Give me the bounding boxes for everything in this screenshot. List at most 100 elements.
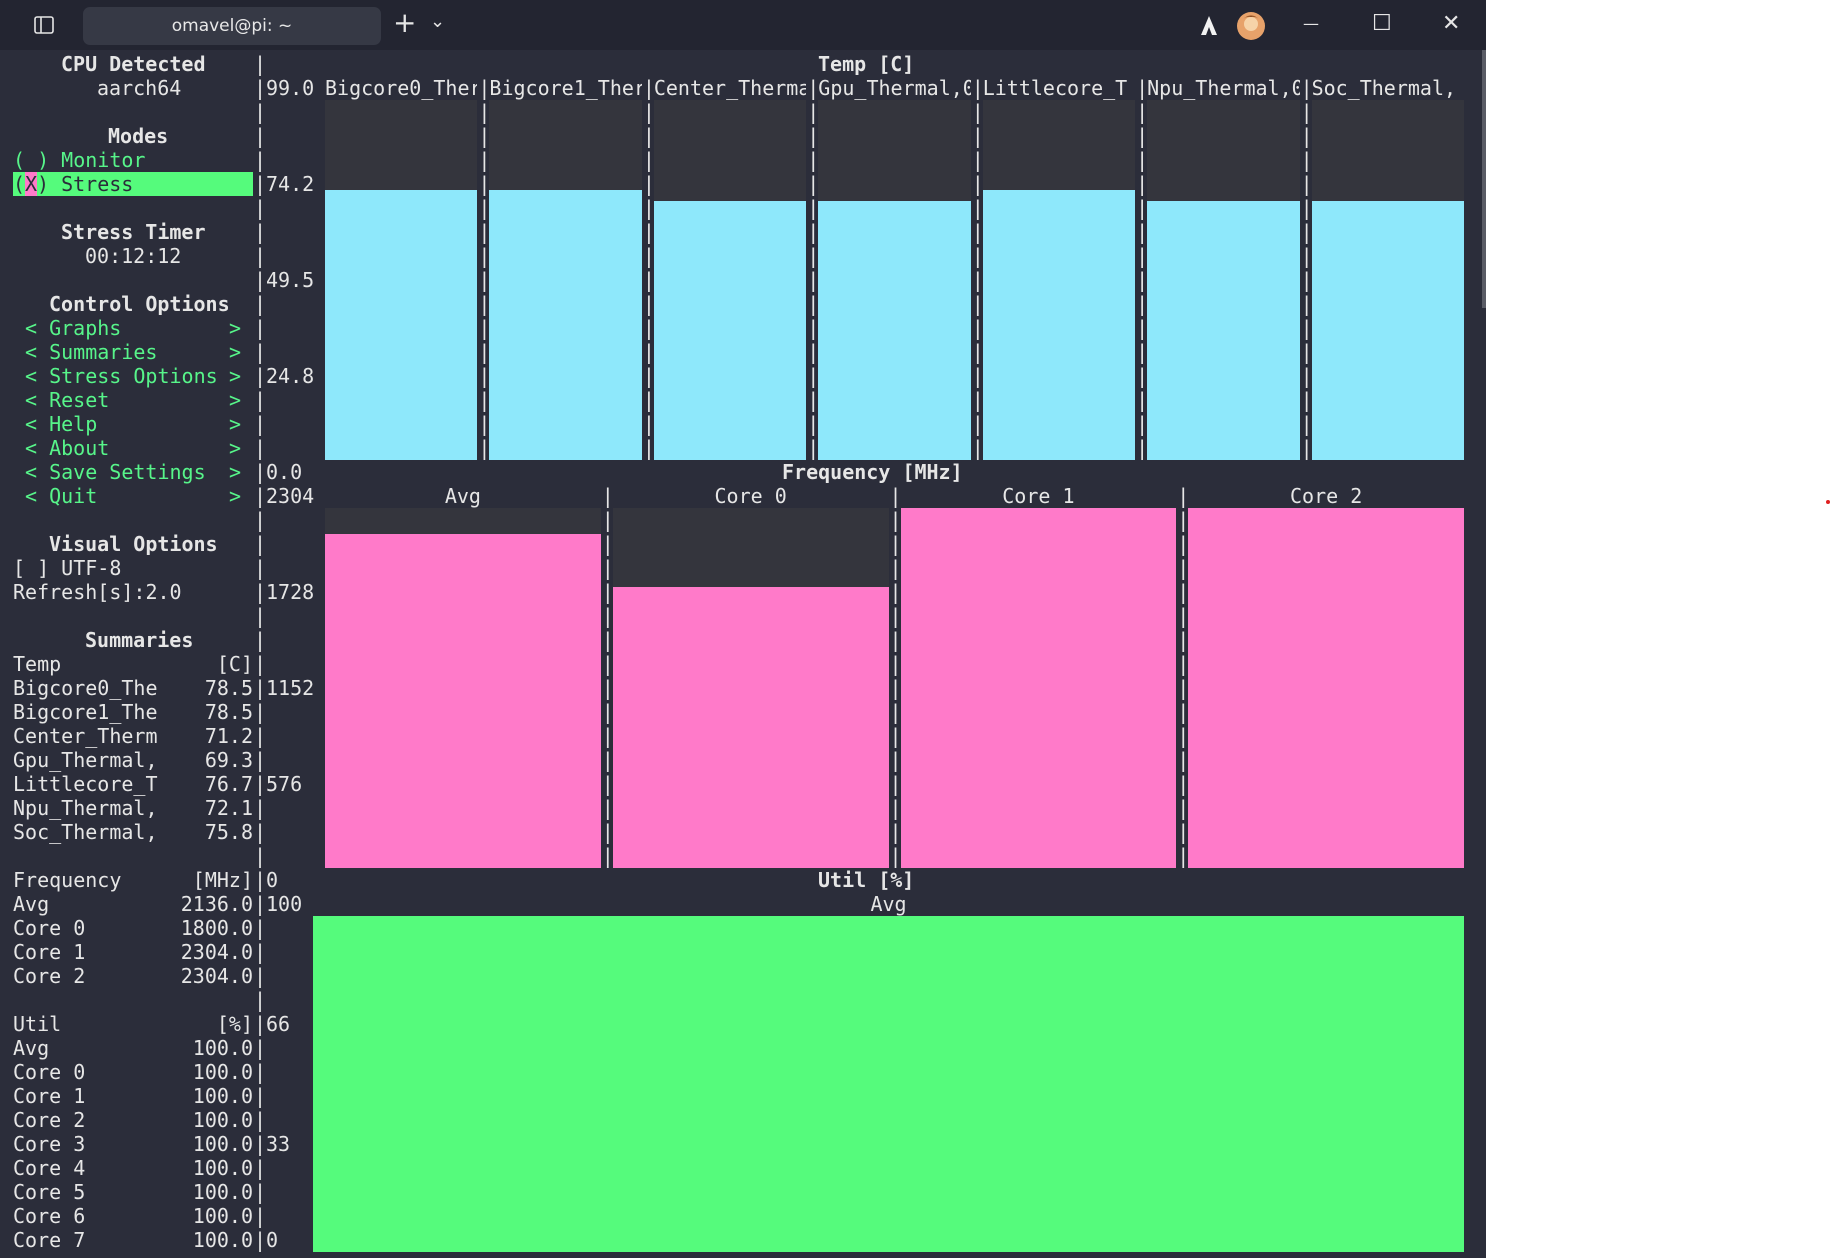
separator-pipe: | bbox=[254, 508, 267, 532]
close-button[interactable]: ✕ bbox=[1442, 11, 1460, 37]
control-option-1[interactable]: < Summaries > bbox=[25, 340, 245, 364]
control-option-6[interactable]: < Save Settings > bbox=[25, 460, 245, 484]
freq-column-separator: | bbox=[889, 484, 902, 508]
temp-bar-label: Center_Therma bbox=[653, 76, 807, 100]
separator-pipe: | bbox=[254, 1108, 267, 1132]
freq-column-separator: | bbox=[1177, 508, 1190, 532]
new-tab-button[interactable]: + bbox=[393, 8, 416, 38]
cpu-value: aarch64 bbox=[97, 76, 182, 100]
temp-bar-label: Littlecore_T bbox=[982, 76, 1128, 100]
control-option-label: < Graphs bbox=[25, 316, 122, 340]
separator-pipe: | bbox=[254, 820, 267, 844]
control-options-title: Control Options bbox=[49, 292, 230, 316]
control-option-0[interactable]: < Graphs > bbox=[25, 316, 245, 340]
freq-column-separator: | bbox=[601, 508, 614, 532]
mode-stress-option[interactable]: ( X ) Stress bbox=[13, 172, 253, 196]
separator-pipe: | bbox=[254, 412, 267, 436]
freq-column-separator: | bbox=[601, 484, 614, 508]
freq-tick: 2304 bbox=[266, 484, 315, 508]
freq-column-separator: | bbox=[601, 628, 614, 652]
tab-dropdown-icon[interactable]: ⌄ bbox=[430, 10, 445, 34]
util-summary-row-value: 100.0 bbox=[192, 1156, 253, 1180]
freq-column-bg bbox=[325, 508, 601, 534]
temp-summary-row-value: 72.1 bbox=[204, 796, 253, 820]
temp-summary-row-label: Center_Therm bbox=[13, 724, 158, 748]
freq-bar bbox=[325, 534, 601, 868]
temp-column-separator: | bbox=[642, 436, 655, 460]
temp-column-separator: | bbox=[1136, 124, 1149, 148]
utf8-option[interactable]: [ ] UTF-8 bbox=[13, 556, 121, 580]
freq-column-bg bbox=[612, 508, 889, 587]
control-option-7[interactable]: < Quit > bbox=[25, 484, 245, 508]
temp-column-separator: | bbox=[1300, 316, 1313, 340]
minimize-button[interactable]: — bbox=[1303, 12, 1319, 36]
scrollbar[interactable] bbox=[1482, 50, 1486, 308]
temp-column-separator: | bbox=[807, 412, 820, 436]
separator-pipe: | bbox=[254, 1228, 267, 1252]
freq-column-separator: | bbox=[1177, 580, 1190, 604]
avatar-icon[interactable] bbox=[1236, 11, 1266, 45]
freq-column-separator: | bbox=[1177, 700, 1190, 724]
freq-column-separator: | bbox=[1177, 532, 1190, 556]
temp-column-separator: | bbox=[971, 436, 984, 460]
summaries-title: Summaries bbox=[85, 628, 194, 652]
freq-summary-row-label: Core 1 bbox=[13, 940, 86, 964]
util-summary-row-value: 100.0 bbox=[192, 1228, 253, 1252]
temp-bar bbox=[325, 190, 478, 460]
freq-column-separator: | bbox=[1177, 652, 1190, 676]
freq-column-separator: | bbox=[601, 604, 614, 628]
temp-column-separator: | bbox=[642, 100, 655, 124]
control-option-label: < Quit bbox=[25, 484, 98, 508]
temp-column-separator: | bbox=[478, 340, 491, 364]
modes-title: Modes bbox=[108, 124, 169, 148]
temp-column-separator: | bbox=[1136, 172, 1149, 196]
freq-column-separator: | bbox=[889, 844, 902, 868]
control-option-2[interactable]: < Stress Options > bbox=[25, 364, 245, 388]
separator-pipe: | bbox=[254, 652, 267, 676]
util-bar-label: Avg bbox=[870, 892, 907, 916]
freq-summary-header-unit: [MHz] bbox=[192, 868, 253, 892]
mode-monitor-option[interactable]: ( ) Monitor bbox=[13, 148, 145, 172]
temp-column-separator: | bbox=[807, 292, 820, 316]
temp-column-separator: | bbox=[1300, 124, 1313, 148]
temp-bar bbox=[818, 201, 971, 460]
maximize-button[interactable]: ☐ bbox=[1372, 10, 1392, 38]
temp-summary-row-label: Soc_Thermal, bbox=[13, 820, 158, 844]
terminal-tab[interactable]: omavel@pi: ~ bbox=[83, 7, 381, 45]
control-option-4[interactable]: < Help > bbox=[25, 412, 245, 436]
temp-column-separator: | bbox=[807, 148, 820, 172]
temp-column-separator: | bbox=[971, 268, 984, 292]
sidebar-toggle-icon[interactable] bbox=[34, 16, 54, 38]
control-option-5[interactable]: < About > bbox=[25, 436, 245, 460]
temp-column-separator: | bbox=[642, 124, 655, 148]
freq-bar bbox=[1188, 508, 1464, 868]
control-option-label: < Help bbox=[25, 412, 98, 436]
control-option-label: < About bbox=[25, 436, 110, 460]
temp-column-separator: | bbox=[478, 148, 491, 172]
temp-tick: 99.0 bbox=[266, 76, 315, 100]
freq-column-separator: | bbox=[1177, 556, 1190, 580]
separator-pipe: | bbox=[254, 1036, 267, 1060]
temp-column-separator: | bbox=[1136, 244, 1149, 268]
control-option-3[interactable]: < Reset > bbox=[25, 388, 245, 412]
temp-summary-header-label: Temp bbox=[13, 652, 62, 676]
temp-tick: 74.2 bbox=[266, 172, 315, 196]
util-tick: 100 bbox=[266, 892, 303, 916]
temp-column-bg bbox=[653, 100, 807, 201]
temp-column-bg bbox=[1311, 100, 1464, 201]
refresh-option[interactable]: Refresh[s]:2.0 bbox=[13, 580, 182, 604]
temp-column-separator: | bbox=[971, 292, 984, 316]
control-option-arrow: > bbox=[229, 460, 242, 484]
freq-summary-row-label: Core 0 bbox=[13, 916, 86, 940]
temp-column-separator: | bbox=[971, 364, 984, 388]
temp-column-separator: | bbox=[642, 172, 655, 196]
temp-bar bbox=[489, 190, 642, 460]
temp-column-separator: | bbox=[807, 340, 820, 364]
accessibility-icon[interactable] bbox=[1198, 14, 1220, 40]
separator-pipe: | bbox=[254, 148, 267, 172]
temp-column-separator: | bbox=[807, 364, 820, 388]
freq-column-separator: | bbox=[889, 556, 902, 580]
temp-column-separator: | bbox=[478, 316, 491, 340]
separator-pipe: | bbox=[254, 892, 267, 916]
temp-column-separator: | bbox=[971, 316, 984, 340]
